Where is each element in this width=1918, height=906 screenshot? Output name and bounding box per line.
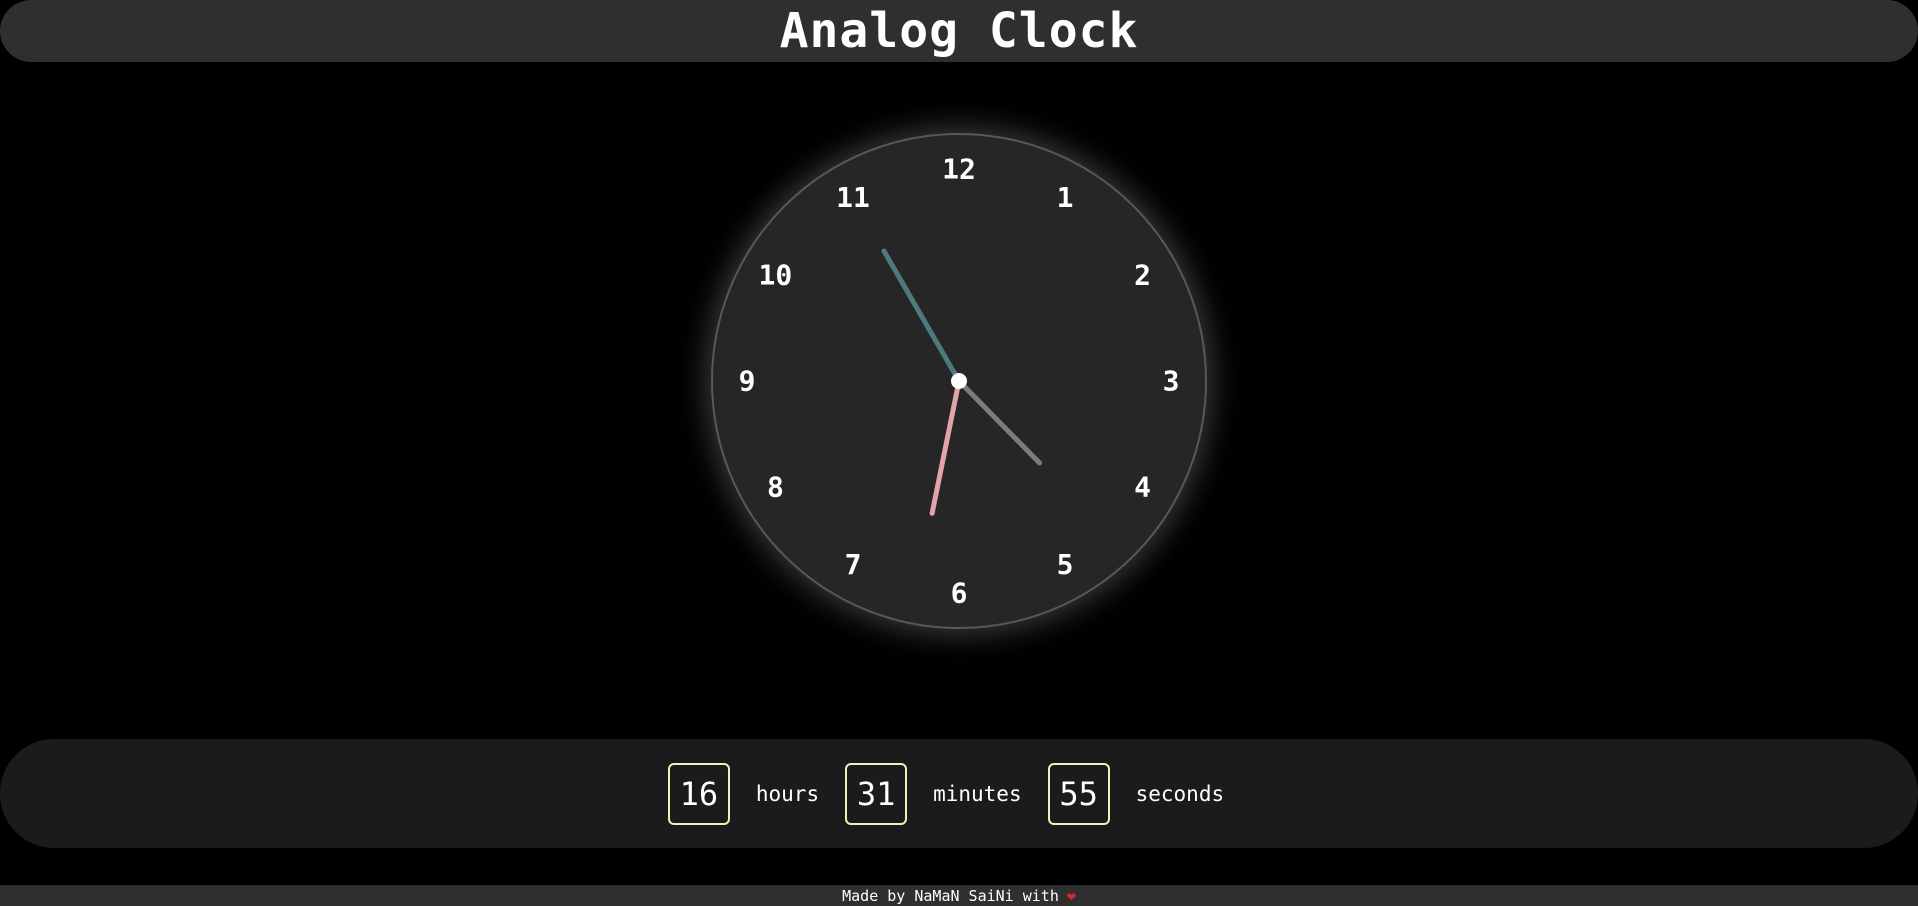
clock-numeral-7: 7: [845, 548, 862, 581]
clock-numeral-9: 9: [739, 365, 756, 398]
clock-numeral-12: 12: [942, 153, 976, 186]
center-dot: [951, 373, 967, 389]
seconds-value: 55: [1047, 762, 1110, 825]
footer: Made by NaMaN SaiNi with ❤: [0, 885, 1918, 906]
hours-label: hours: [755, 781, 820, 806]
clock-numeral-8: 8: [767, 471, 784, 504]
clock-dial: 121234567891011: [739, 153, 1180, 610]
heart-icon: ❤: [1066, 886, 1076, 905]
seconds-label: seconds: [1135, 781, 1225, 806]
clock-numeral-2: 2: [1134, 259, 1151, 292]
page-title: Analog Clock: [779, 3, 1139, 59]
clock-numeral-10: 10: [759, 259, 793, 292]
clock-numeral-11: 11: [836, 181, 870, 214]
clock-numeral-5: 5: [1057, 548, 1074, 581]
minute-hand: [929, 378, 962, 516]
clock-numeral-4: 4: [1134, 471, 1151, 504]
footer-text: Made by NaMaN SaiNi with: [842, 886, 1059, 905]
hours-value: 16: [667, 762, 730, 825]
header-bar: Analog Clock: [0, 0, 1918, 62]
analog-clock: 12 1 2 3 4 5 6 7 8 9 10 11: [711, 133, 1207, 629]
second-hand: [881, 248, 962, 384]
clock-numeral-6: 6: [951, 577, 968, 610]
minutes-value: 31: [845, 762, 908, 825]
clock-numeral-1: 1: [1057, 181, 1074, 214]
minutes-label: minutes: [933, 781, 1022, 806]
digital-time-bar: 16 hours 31 minutes 55 seconds: [0, 739, 1918, 848]
hour-hand: [956, 378, 1043, 466]
clock-numeral-3: 3: [1163, 365, 1180, 398]
